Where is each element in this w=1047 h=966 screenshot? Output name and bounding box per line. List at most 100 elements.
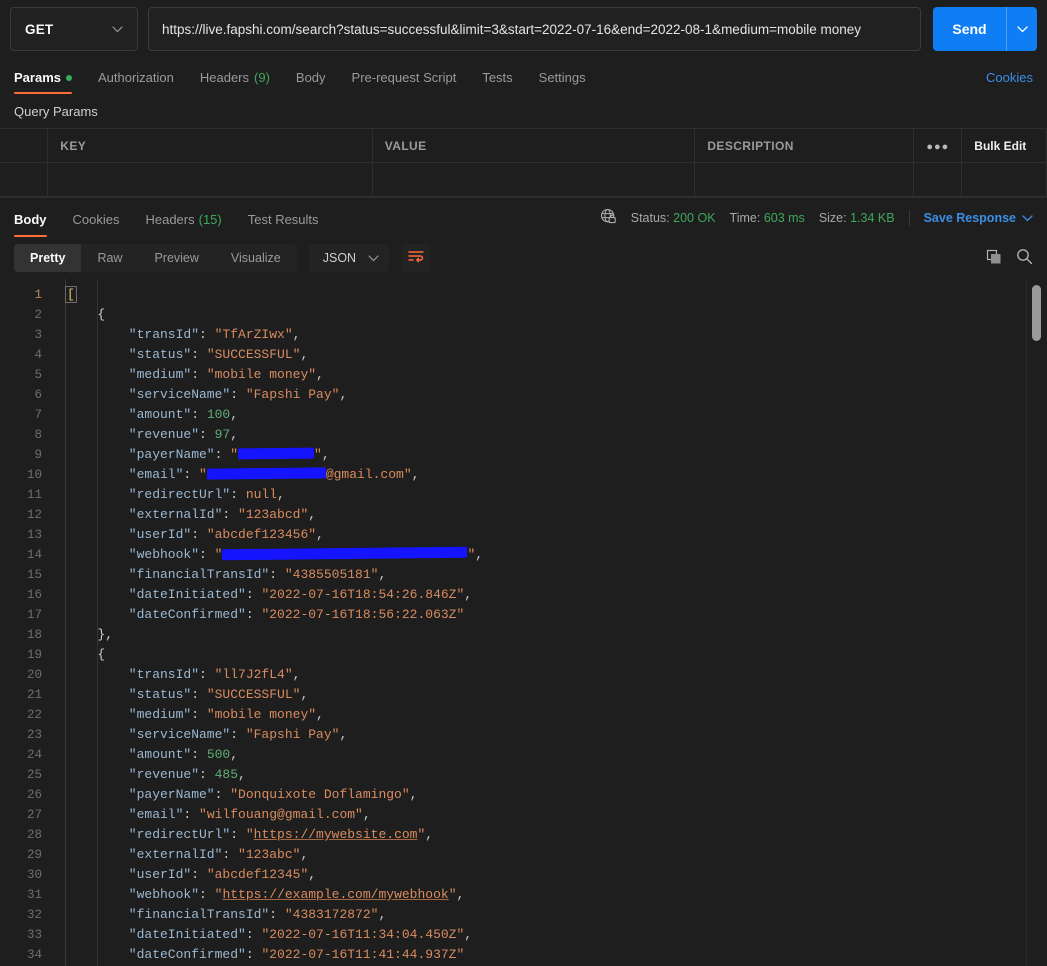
code-token-punc: :: [245, 927, 262, 942]
row-checkbox-cell[interactable]: [0, 162, 49, 197]
tab-tests[interactable]: Tests: [469, 70, 525, 94]
code-line: 1[: [0, 285, 1047, 305]
status-label: Status:: [630, 211, 670, 225]
code-line: 11 "redirectUrl": null,: [0, 485, 1047, 505]
code-scrollbar-thumb[interactable]: [1032, 285, 1041, 341]
code-line: 19 {: [0, 645, 1047, 665]
tab-settings-label: Settings: [538, 70, 586, 85]
code-token-key: "serviceName": [128, 727, 231, 742]
word-wrap-icon: [408, 250, 424, 266]
code-scrollbar-track[interactable]: [1026, 279, 1047, 966]
redaction-mark: [222, 546, 468, 561]
tab-pre-request-script[interactable]: Pre-request Script: [339, 70, 470, 94]
tab-authorization[interactable]: Authorization: [85, 70, 187, 94]
bracket-match-highlight: [: [65, 286, 77, 303]
redaction-mark: [238, 447, 315, 460]
url-input[interactable]: https://live.fapshi.com/search?status=su…: [148, 7, 921, 51]
code-line: 34 "dateConfirmed": "2022-07-16T11:41:44.…: [0, 945, 1047, 965]
line-number: 24: [26, 748, 42, 762]
code-line: 3 "transId": "TfArZIwx",: [0, 325, 1047, 345]
line-number: 21: [26, 688, 42, 702]
code-token-punc: ,: [300, 847, 309, 862]
row-options-cell[interactable]: [913, 162, 963, 197]
code-token-key: "revenue": [128, 767, 200, 782]
query-params-table: KEY VALUE DESCRIPTION ●●● Bulk Edit: [0, 128, 1047, 197]
line-number: 28: [26, 828, 42, 842]
tab-body[interactable]: Body: [283, 70, 339, 94]
code-text: "financialTransId": "4383172872",: [52, 905, 386, 925]
code-token-punc: :: [191, 707, 207, 722]
code-text: "medium": "mobile money",: [52, 365, 324, 385]
code-token-punc: ,: [475, 547, 484, 562]
tab-params[interactable]: Params: [14, 70, 85, 94]
code-token-punc: ,: [411, 467, 420, 482]
code-text: "dateInitiated": "2022-07-16T18:54:26.84…: [52, 585, 472, 605]
format-selector[interactable]: JSON: [308, 244, 390, 272]
response-tab-body[interactable]: Body: [14, 212, 60, 237]
cookies-link[interactable]: Cookies: [986, 70, 1033, 85]
viewer-tab-raw[interactable]: Raw: [81, 244, 138, 272]
code-token-punc: :: [245, 947, 262, 962]
code-token-punc: :: [199, 327, 215, 342]
column-options-button[interactable]: ●●●: [913, 128, 963, 163]
word-wrap-button[interactable]: [401, 244, 432, 272]
url-text: https://live.fapshi.com/search?status=su…: [162, 21, 862, 37]
table-row-empty: [0, 162, 1047, 197]
line-number: 19: [26, 648, 42, 662]
code-token-num: 100: [206, 407, 231, 422]
code-line: 10 "email": " @gmail.com",: [0, 465, 1047, 485]
code-token-key: "financialTransId": [128, 907, 270, 922]
line-number: 9: [34, 448, 42, 462]
viewer-tab-preview[interactable]: Preview: [138, 244, 214, 272]
meta-divider: [908, 210, 910, 226]
code-token-punc: ,: [300, 347, 309, 362]
save-response-button[interactable]: Save Response: [924, 211, 1033, 225]
response-body-code-viewer[interactable]: 1[2{3 "transId": "TfArZIwx", 4 "status": "S…: [0, 279, 1047, 966]
select-all-cell[interactable]: [0, 128, 49, 163]
code-token-str: "Fapshi Pay": [245, 727, 340, 742]
tab-headers[interactable]: Headers (9): [187, 70, 283, 94]
row-description-cell[interactable]: [694, 162, 915, 197]
code-text: "payerName": "Donquixote Doflamingo",: [52, 785, 418, 805]
code-token-str: "abcdef123456": [206, 527, 317, 542]
response-tab-headers[interactable]: Headers (15): [132, 212, 234, 237]
code-token-key: "financialTransId": [128, 567, 270, 582]
viewer-tab-visualize[interactable]: Visualize: [215, 244, 297, 272]
code-token-str: "Fapshi Pay": [245, 387, 340, 402]
response-tab-cookies[interactable]: Cookies: [60, 212, 133, 237]
code-token-punc: :: [191, 527, 207, 542]
send-options-button[interactable]: [1006, 7, 1037, 51]
code-token-brace: },: [97, 627, 113, 642]
line-number: 31: [26, 888, 42, 902]
line-number: 16: [26, 588, 42, 602]
code-text: },: [52, 625, 113, 645]
code-token-punc: :: [199, 427, 215, 442]
response-tab-test-results[interactable]: Test Results: [235, 212, 332, 237]
tab-settings[interactable]: Settings: [526, 70, 599, 94]
code-token-str: "mobile money": [206, 707, 317, 722]
http-method-selector[interactable]: GET: [10, 7, 138, 51]
line-number: 13: [26, 528, 42, 542]
code-token-punc: ,: [316, 707, 324, 722]
search-button[interactable]: [1016, 248, 1033, 268]
copy-button[interactable]: [986, 249, 1002, 268]
code-token-key: "amount": [128, 407, 192, 422]
row-value-cell[interactable]: [372, 162, 696, 197]
code-text: "userId": "abcdef12345",: [52, 865, 316, 885]
row-key-cell[interactable]: [47, 162, 373, 197]
code-token-punc: :: [199, 667, 215, 682]
response-tab-body-label: Body: [14, 212, 47, 227]
send-button[interactable]: Send: [933, 7, 1006, 51]
code-token-key: "serviceName": [128, 387, 231, 402]
code-line: 27 "email": "wilfouang@gmail.com",: [0, 805, 1047, 825]
bulk-edit-button[interactable]: Bulk Edit: [961, 128, 1047, 163]
code-token-key: "status": [128, 347, 192, 362]
line-number: 34: [26, 948, 42, 962]
code-token-punc: ,: [321, 447, 330, 462]
code-token-punc: :: [214, 787, 231, 802]
tab-pre-request-script-label: Pre-request Script: [351, 70, 457, 85]
time-label: Time:: [729, 211, 761, 225]
viewer-tab-pretty[interactable]: Pretty: [14, 244, 82, 272]
line-number: 11: [26, 488, 42, 502]
code-token-punc: :: [222, 847, 239, 862]
